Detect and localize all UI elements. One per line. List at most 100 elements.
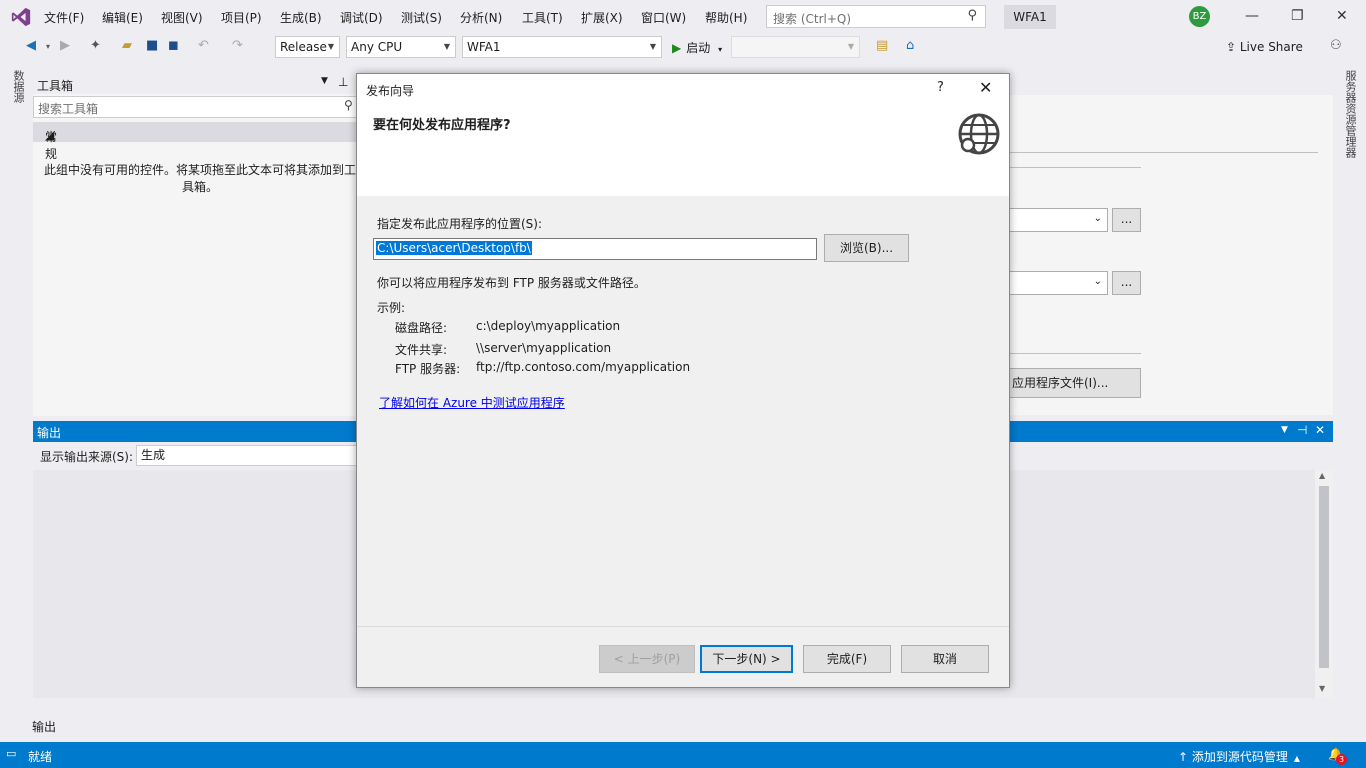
help-button[interactable]: ? [937,80,944,95]
start-label: 启动 [686,41,711,55]
server-explorer-tab[interactable]: 服务器资源管理器 [1342,70,1358,158]
open-folder-icon[interactable]: ▰ [122,38,132,53]
chevron-down-icon[interactable]: ▾ [46,42,50,51]
publish-wizard-dialog: 发布向导 ? ✕ 要在何处发布应用程序? 指定发布此应用程序的位置(S): C:… [356,73,1010,688]
browse-location-button[interactable]: ... [1112,208,1141,232]
pin-icon[interactable]: ⊣ [1297,423,1307,437]
example-share-value: \\server\myapplication [476,341,612,355]
status-ready: 就绪 [28,750,53,764]
undo-icon[interactable]: ↶ [198,38,209,53]
project-name-badge: WFA1 [1004,5,1056,29]
example-disk-label: 磁盘路径: [395,321,448,335]
output-tab[interactable]: 输出 [32,718,56,735]
example-ftp-label: FTP 服务器: [395,362,461,376]
pin-icon[interactable]: ⊥ [338,75,348,89]
cancel-button[interactable]: 取消 [901,645,989,673]
left-tool-rail [0,62,30,742]
divider [1008,353,1141,354]
home-icon[interactable]: ⌂ [906,38,914,53]
install-url-combo[interactable]: ⌄ [1008,271,1108,295]
avatar[interactable]: BZ [1189,6,1210,27]
dialog-footer-divider [357,626,1009,627]
dialog-header: 发布向导 ? ✕ 要在何处发布应用程序? [357,74,1009,196]
menu-file[interactable]: 文件(F) [44,9,84,26]
menu-project[interactable]: 项目(P) [221,9,262,26]
right-tool-rail [1336,62,1366,742]
menu-window[interactable]: 窗口(W) [641,9,686,26]
add-to-source-control-button[interactable]: ↑ 添加到源代码管理 ▲ [1178,748,1300,765]
azure-test-link[interactable]: 了解如何在 Azure 中测试应用程序 [379,394,565,411]
divider [1008,167,1141,168]
forward-icon[interactable]: ▶ [60,38,70,53]
debug-target-select[interactable]: ▼ [731,36,860,58]
close-icon[interactable]: ✕ [979,78,992,97]
visual-studio-logo-icon[interactable] [10,6,32,28]
play-icon: ▶ [672,41,682,55]
platform-value: Any CPU [351,40,403,54]
startup-project-select[interactable]: WFA1 ▼ [462,36,662,58]
location-label: 指定发布此应用程序的位置(S): [377,217,543,231]
status-icon: ▭ [6,747,17,760]
menu-test[interactable]: 测试(S) [401,9,442,26]
output-source-label: 显示输出来源(S): [40,450,134,464]
dialog-title: 发布向导 [366,84,415,98]
menu-view[interactable]: 视图(V) [161,9,203,26]
chevron-down-icon: ▼ [847,42,854,51]
output-source-select[interactable]: 生成 [136,445,358,466]
close-icon[interactable]: ✕ [1315,423,1325,437]
solution-config-select[interactable]: Release ▼ [275,36,340,58]
minimize-icon[interactable]: — [1245,8,1259,24]
toolbox-search-placeholder: 搜索工具箱 [38,102,99,116]
browse-url-button[interactable]: ... [1112,271,1141,295]
new-project-icon[interactable]: ✦ [90,38,101,53]
publish-location-value: C:\Users\acer\Desktop\fb\ [376,241,532,255]
menu-analyze[interactable]: 分析(N) [460,9,502,26]
dialog-heading: 要在何处发布应用程序? [373,118,511,133]
feedback-icon[interactable]: ⚇ [1330,38,1342,53]
application-files-button[interactable]: 应用程序文件(I)... [1008,368,1141,398]
save-all-icon[interactable]: ◼ [168,38,179,53]
start-button[interactable]: ▶ 启动 ▾ [672,39,722,56]
menu-build[interactable]: 生成(B) [280,9,322,26]
toolbox-title: 工具箱 [37,79,74,93]
publish-properties-page [1008,95,1333,415]
toolbox-category-general[interactable]: ◢ 常规 [33,122,363,161]
menu-extensions[interactable]: 扩展(X) [581,9,623,26]
finish-button[interactable]: 完成(F) [803,645,891,673]
scroll-up-icon[interactable]: ▲ [1319,471,1325,480]
publish-info-text: 你可以将应用程序发布到 FTP 服务器或文件路径。 [377,276,646,290]
chevron-down-icon[interactable]: ▼ [1281,425,1288,435]
live-share-icon: ⇪ [1226,40,1240,54]
close-icon[interactable]: ✕ [1336,8,1348,24]
chevron-down-icon[interactable]: ▼ [321,76,328,86]
live-share-button[interactable]: ⇪ Live Share [1226,40,1303,54]
search-icon: ⚲ [967,8,977,23]
search-icon: ⚲ [344,98,353,112]
solution-config-value: Release [280,40,327,54]
browser-link-icon[interactable]: ▤ [876,38,888,53]
menu-help[interactable]: 帮助(H) [705,9,747,26]
scrollbar-thumb[interactable] [1319,486,1329,668]
menu-tools[interactable]: 工具(T) [522,9,563,26]
examples-label: 示例: [377,301,406,315]
chevron-down-icon: ▼ [443,42,450,51]
restore-icon[interactable]: ❐ [1291,8,1304,24]
toolbox-search-input[interactable]: 搜索工具箱 ⚲ [33,96,363,118]
menu-edit[interactable]: 编辑(E) [102,9,143,26]
save-icon[interactable]: ■ [146,38,158,53]
back-icon[interactable]: ◀ [26,38,36,53]
publish-location-input[interactable]: C:\Users\acer\Desktop\fb\ [373,238,817,260]
menu-debug[interactable]: 调试(D) [340,9,383,26]
scroll-down-icon[interactable]: ▼ [1319,684,1325,693]
divider [1008,152,1318,153]
platform-select[interactable]: Any CPU ▼ [346,36,456,58]
search-input[interactable]: 搜索 (Ctrl+Q) ⚲ [766,5,986,28]
chevron-up-icon: ▲ [1293,754,1301,763]
data-sources-tab[interactable]: 数据源 [10,70,26,103]
browse-button[interactable]: 浏览(B)... [824,234,909,262]
output-scrollbar[interactable]: ▲ ▼ [1315,470,1333,698]
publish-location-combo[interactable]: ⌄ [1008,208,1108,232]
previous-button[interactable]: < 上一步(P) [599,645,695,673]
next-button[interactable]: 下一步(N) > [700,645,793,673]
redo-icon[interactable]: ↷ [232,38,243,53]
